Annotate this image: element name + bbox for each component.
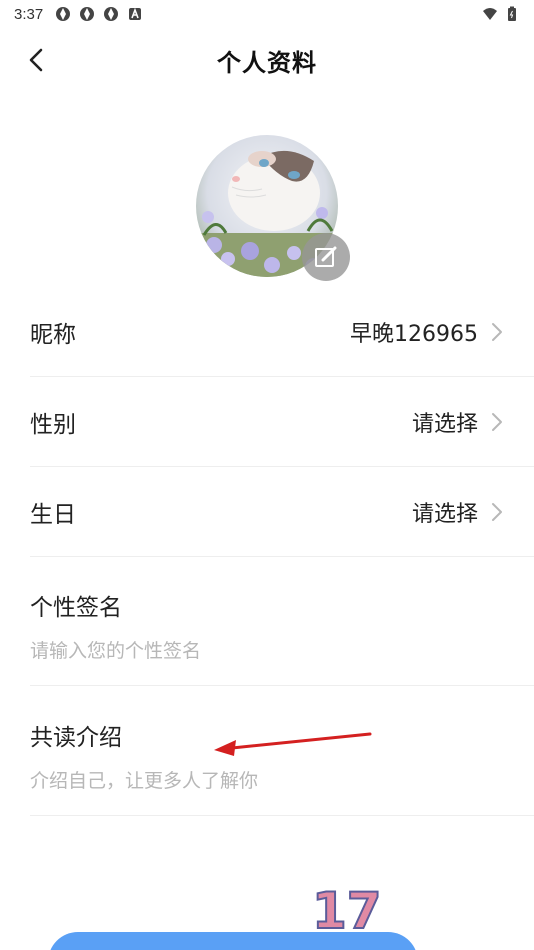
chevron-right-icon <box>492 412 502 431</box>
aperture-icon <box>80 7 95 21</box>
nickname-row[interactable]: 昵称 早晚126965 <box>30 287 534 377</box>
battery-icon <box>508 6 516 21</box>
aperture-icon <box>104 7 119 21</box>
signature-label: 个性签名 <box>30 595 122 621</box>
edit-icon <box>315 246 337 267</box>
signature-input[interactable] <box>30 640 504 662</box>
edit-avatar-button[interactable] <box>302 233 350 281</box>
birthday-label: 生日 <box>30 501 76 528</box>
status-time: 3:37 <box>14 5 44 23</box>
watermark-text: 17 <box>311 882 383 940</box>
page-title: 个人资料 <box>217 48 317 77</box>
back-button[interactable] <box>22 46 50 74</box>
chevron-right-icon <box>492 502 502 521</box>
gender-label: 性别 <box>30 411 76 438</box>
a-badge-icon <box>129 7 142 20</box>
signature-section: 个性签名 <box>30 556 534 686</box>
intro-section: 共读介绍 <box>30 686 534 816</box>
nickname-label: 昵称 <box>30 321 76 348</box>
birthday-row[interactable]: 生日 请选择 <box>30 467 534 557</box>
gender-value: 请选择 <box>411 411 478 437</box>
status-icons-right <box>482 6 520 22</box>
wifi-icon <box>483 8 497 20</box>
chevron-right-icon <box>492 322 502 341</box>
avatar-container[interactable] <box>196 135 350 281</box>
status-bar: 3:37 <box>0 0 534 28</box>
intro-input[interactable] <box>30 770 504 792</box>
intro-label: 共读介绍 <box>30 725 122 751</box>
nickname-value: 早晚126965 <box>350 321 478 347</box>
status-icons-left <box>55 6 143 22</box>
chevron-left-icon <box>29 48 43 72</box>
aperture-icon <box>56 7 71 21</box>
header: 个人资料 <box>0 36 534 84</box>
gender-row[interactable]: 性别 请选择 <box>30 377 534 467</box>
birthday-value: 请选择 <box>411 501 478 527</box>
save-button[interactable] <box>48 932 418 950</box>
